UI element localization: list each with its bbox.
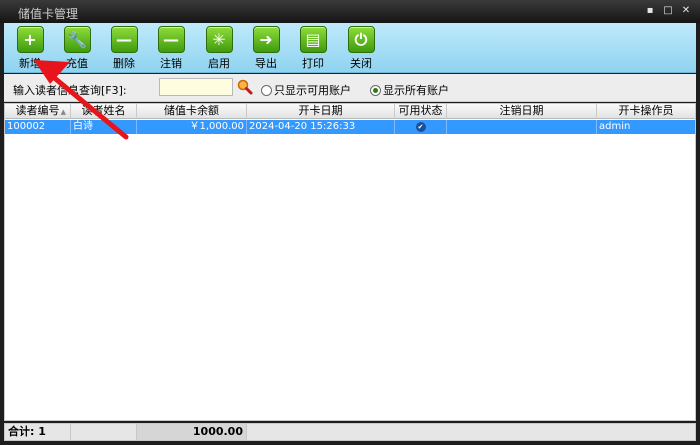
radio-show-all[interactable]: 显示所有账户 bbox=[370, 82, 449, 98]
delete-button[interactable]: — 删除 bbox=[104, 26, 144, 71]
cell-open-date: 2024-04-20 15:26:33 bbox=[247, 120, 395, 134]
window-title: 储值卡管理 bbox=[18, 7, 79, 21]
col-reader-name[interactable]: 读者姓名 bbox=[71, 104, 137, 119]
card-management-window: 储值卡管理 ▪ □ ✕ + 新增 🔧 充值 — 删除 — 注销 ✳ 启用 ➜ 导… bbox=[0, 0, 700, 445]
title-bar: 储值卡管理 ▪ □ ✕ bbox=[0, 0, 700, 23]
printer-icon: ▤ bbox=[299, 26, 327, 53]
export-label: 导出 bbox=[255, 57, 277, 70]
cell-balance: ￥1,000.00 bbox=[137, 120, 247, 134]
radio-dot-available[interactable] bbox=[261, 84, 272, 96]
minus-icon: — bbox=[157, 26, 185, 53]
recharge-label: 充值 bbox=[66, 57, 88, 70]
export-button[interactable]: ➜ 导出 bbox=[246, 26, 286, 71]
close-icon[interactable]: ✕ bbox=[678, 3, 694, 19]
search-bar: 输入读者信息查询[F3]: 只显示可用账户 显示所有账户 bbox=[4, 74, 696, 102]
card-table: 读者编号 ▲ 读者姓名 储值卡余额 开卡日期 可用状态 注销日期 开卡操作员 10… bbox=[4, 103, 696, 421]
cell-cancel-date bbox=[447, 120, 597, 134]
enable-button[interactable]: ✳ 启用 bbox=[199, 26, 239, 71]
col-status[interactable]: 可用状态 bbox=[395, 104, 447, 119]
cancel-card-label: 注销 bbox=[160, 57, 182, 70]
cell-reader-name: 白诗 bbox=[71, 120, 137, 134]
search-label: 输入读者信息查询[F3]: bbox=[13, 84, 127, 97]
cancel-card-button[interactable]: — 注销 bbox=[151, 26, 191, 71]
cell-reader-id: 100002 bbox=[5, 120, 71, 134]
table-header: 读者编号 ▲ 读者姓名 储值卡余额 开卡日期 可用状态 注销日期 开卡操作员 bbox=[5, 104, 695, 119]
col-open-date[interactable]: 开卡日期 bbox=[247, 104, 395, 119]
plus-icon: + bbox=[16, 26, 44, 53]
close-label: 关闭 bbox=[350, 57, 372, 70]
radio-available-label: 只显示可用账户 bbox=[274, 84, 351, 97]
search-input[interactable] bbox=[159, 78, 233, 96]
cell-status: ✔ bbox=[395, 120, 447, 134]
print-label: 打印 bbox=[302, 57, 324, 70]
toolbar: + 新增 🔧 充值 — 删除 — 注销 ✳ 启用 ➜ 导出 ▤ 打印 ⏻ 关闭 bbox=[4, 23, 696, 73]
cell-operator: admin bbox=[599, 121, 631, 132]
window-controls: ▪ □ ✕ bbox=[642, 3, 694, 19]
minus-icon: — bbox=[110, 26, 138, 53]
maximize-icon[interactable]: □ bbox=[660, 3, 676, 19]
col-reader-id[interactable]: 读者编号 ▲ bbox=[5, 104, 71, 119]
add-label: 新增 bbox=[19, 57, 41, 70]
wrench-icon: 🔧 bbox=[63, 26, 91, 53]
col-cancel-date[interactable]: 注销日期 bbox=[447, 104, 597, 119]
check-icon: ✔ bbox=[415, 122, 426, 132]
close-button[interactable]: ⏻ 关闭 bbox=[341, 26, 381, 71]
footer-total: 1000.00 bbox=[137, 424, 247, 440]
recharge-button[interactable]: 🔧 充值 bbox=[57, 26, 97, 71]
minimize-icon[interactable]: ▪ bbox=[642, 3, 658, 19]
enable-label: 启用 bbox=[208, 57, 230, 70]
power-icon: ⏻ bbox=[347, 26, 375, 53]
add-button[interactable]: + 新增 bbox=[10, 26, 50, 71]
col-operator[interactable]: 开卡操作员 bbox=[597, 104, 695, 119]
col-balance[interactable]: 储值卡余额 bbox=[137, 104, 247, 119]
table-row[interactable]: 100002 白诗 ￥1,000.00 2024-04-20 15:26:33 … bbox=[5, 120, 695, 134]
radio-dot-all[interactable] bbox=[370, 84, 381, 96]
footer-count: 合计: 1 bbox=[5, 424, 71, 440]
table-footer: 合计: 1 1000.00 bbox=[4, 423, 696, 441]
print-button[interactable]: ▤ 打印 bbox=[293, 26, 333, 71]
radio-available-only[interactable]: 只显示可用账户 bbox=[261, 82, 351, 98]
col-reader-id-label: 读者编号 bbox=[15, 104, 60, 117]
radio-all-label: 显示所有账户 bbox=[383, 84, 449, 97]
sort-asc-icon: ▲ bbox=[60, 108, 66, 116]
arrow-right-icon: ➜ bbox=[252, 26, 280, 53]
delete-label: 删除 bbox=[113, 57, 135, 70]
sparkle-icon: ✳ bbox=[205, 26, 233, 53]
footer-spacer bbox=[71, 424, 137, 440]
search-icon[interactable] bbox=[236, 78, 254, 96]
